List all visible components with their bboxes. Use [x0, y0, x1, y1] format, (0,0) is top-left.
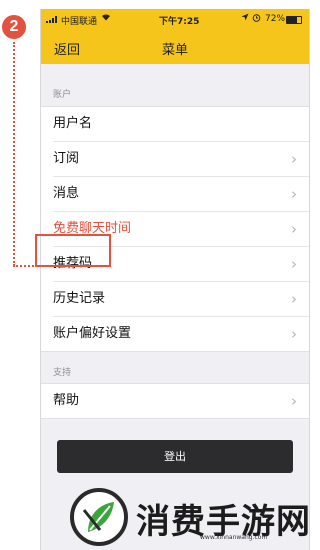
menu-item-label: 用户名 [53, 116, 93, 131]
chevron-right-icon: › [291, 255, 297, 273]
tutorial-screenshot: 2 中国联通 下午7:25 72% 返回 菜单 账户 用户名 订阅 › 消息 ›… [0, 0, 320, 550]
status-bar: 中国联通 下午7:25 72% [41, 11, 309, 29]
step-pointer-line-vertical [13, 42, 15, 266]
referral-code-highlight-box [35, 234, 111, 267]
menu-item-help[interactable]: 帮助 › [53, 384, 309, 418]
menu-item-subscription[interactable]: 订阅 › [53, 142, 309, 177]
battery-level-fill [287, 17, 298, 23]
section-header-account: 账户 [53, 90, 72, 100]
chevron-right-icon: › [291, 220, 297, 238]
carrier-name: 中国联通 [61, 17, 98, 27]
chevron-right-icon: › [291, 325, 297, 343]
location-arrow-icon [241, 13, 249, 24]
battery-icon [286, 16, 302, 24]
menu-item-messages[interactable]: 消息 › [53, 177, 309, 212]
status-time: 下午7:25 [159, 17, 200, 27]
phone-screen: 中国联通 下午7:25 72% 返回 菜单 账户 用户名 订阅 › 消息 › 免… [40, 9, 310, 550]
menu-item-label: 帮助 [53, 393, 80, 408]
support-menu-group: 帮助 › [41, 383, 309, 419]
menu-item-label: 历史记录 [53, 291, 106, 306]
menu-item-label: 订阅 [53, 151, 80, 166]
menu-item-label: 消息 [53, 186, 80, 201]
alarm-clock-icon [252, 13, 261, 25]
menu-item-username[interactable]: 用户名 [53, 107, 309, 142]
step-number-badge: 2 [2, 15, 26, 39]
watermark-url: www.xinnanwang.com [200, 534, 268, 541]
account-menu-group: 用户名 订阅 › 消息 › 免费聊天时间 › 推荐码 › 历史记录 › 账户偏好… [41, 106, 309, 352]
chevron-right-icon: › [291, 185, 297, 203]
battery-percent: 72% [265, 14, 286, 24]
leaf-logo [70, 488, 128, 546]
signal-bars-icon [46, 16, 60, 23]
logout-button[interactable]: 登出 [57, 440, 293, 473]
section-header-support: 支持 [53, 368, 72, 378]
chevron-right-icon: › [291, 290, 297, 308]
page-title: 菜单 [161, 43, 188, 58]
wifi-icon [101, 13, 111, 24]
menu-item-account-preferences[interactable]: 账户偏好设置 › [53, 317, 309, 351]
back-button[interactable]: 返回 [54, 39, 80, 58]
chevron-right-icon: › [291, 150, 297, 168]
menu-item-label: 账户偏好设置 [53, 326, 132, 341]
chevron-right-icon: › [291, 392, 297, 410]
menu-item-history[interactable]: 历史记录 › [53, 282, 309, 317]
nav-header: 中国联通 下午7:25 72% 返回 菜单 [41, 9, 309, 64]
